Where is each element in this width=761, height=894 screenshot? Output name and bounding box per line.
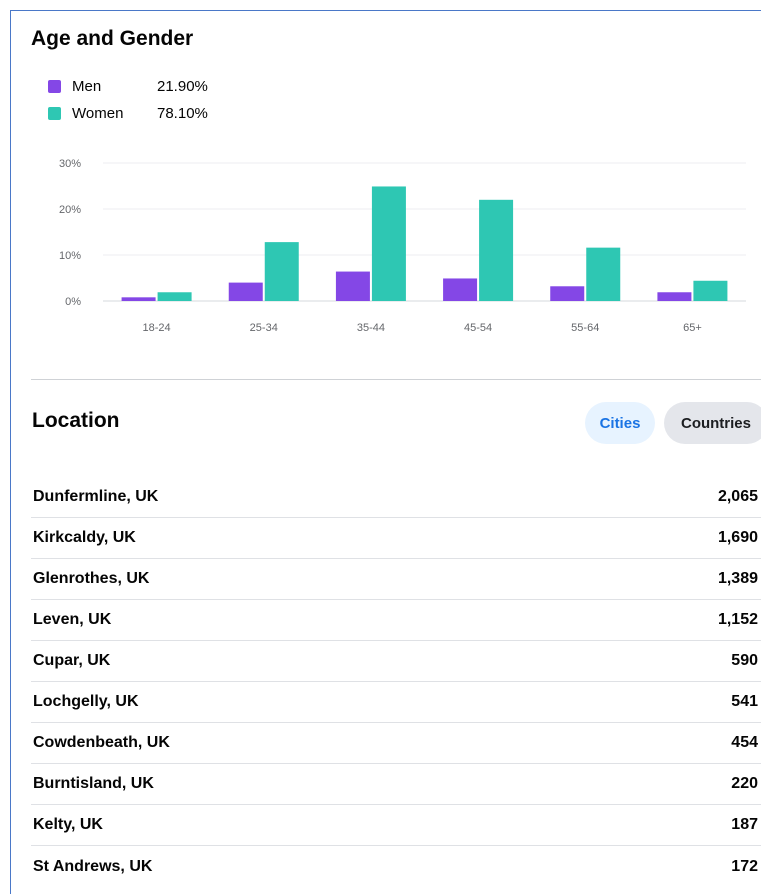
location-count: 1,152	[717, 611, 758, 628]
location-name: Cowdenbeath, UK	[33, 734, 170, 751]
x-tick-label: 55-64	[571, 322, 599, 334]
audience-panel: Age and Gender Men 21.90% Women 78.10% 0…	[10, 10, 761, 894]
location-row: Lochgelly, UK 541	[31, 682, 761, 723]
bar-women-25-34	[264, 242, 299, 301]
location-name: Burntisland, UK	[33, 775, 154, 792]
location-count: 1,690	[717, 529, 758, 546]
location-name: Kelty, UK	[33, 816, 103, 833]
legend-swatch-women	[48, 107, 61, 120]
bar-men-45-54	[443, 278, 478, 301]
location-count: 541	[731, 693, 758, 710]
location-count: 454	[731, 734, 758, 751]
x-tick-label: 45-54	[464, 322, 492, 334]
bar-men-55-64	[550, 286, 585, 301]
location-count: 2,065	[717, 488, 758, 505]
location-row: Dunfermline, UK 2,065	[31, 477, 761, 518]
location-row: Kirkcaldy, UK 1,690	[31, 518, 761, 559]
legend-value-men: 21.90%	[157, 78, 208, 95]
x-tick-label: 18-24	[143, 322, 171, 334]
location-row: Kelty, UK 187	[31, 805, 761, 846]
location-name: Lochgelly, UK	[33, 693, 139, 710]
bar-women-65+	[693, 280, 728, 301]
age-gender-chart: 0% 10% 20% 30% 18-24 25-34 35-44 45-54 55-64 65+	[59, 158, 746, 334]
location-row: Leven, UK 1,152	[31, 600, 761, 641]
bar-women-18-24	[157, 292, 192, 301]
location-name: Dunfermline, UK	[33, 488, 159, 505]
age-gender-title: Age and Gender	[31, 27, 194, 50]
y-tick-label: 10%	[59, 250, 81, 262]
chart-legend: Men 21.90% Women 78.10%	[48, 73, 208, 127]
section-divider	[31, 379, 761, 380]
legend-value-women: 78.10%	[157, 105, 208, 122]
location-name: Glenrothes, UK	[33, 570, 150, 587]
location-row: St Andrews, UK 172	[31, 846, 761, 887]
location-row: Cupar, UK 590	[31, 641, 761, 682]
location-row: Burntisland, UK 220	[31, 764, 761, 805]
bar-women-55-64	[586, 247, 621, 301]
bar-men-18-24	[121, 297, 156, 301]
location-count: 220	[731, 775, 758, 792]
location-count: 187	[731, 816, 758, 833]
legend-item-women: Women 78.10%	[48, 100, 208, 127]
x-tick-label: 35-44	[357, 322, 385, 334]
location-name: St Andrews, UK	[33, 857, 153, 875]
x-tick-label: 65+	[683, 322, 702, 334]
y-tick-label: 0%	[65, 296, 81, 308]
location-count: 172	[731, 857, 758, 875]
location-name: Leven, UK	[33, 611, 112, 628]
x-tick-label: 25-34	[250, 322, 278, 334]
location-name: Kirkcaldy, UK	[33, 529, 136, 546]
location-count: 1,389	[717, 570, 758, 587]
y-tick-label: 20%	[59, 204, 81, 216]
tab-countries[interactable]: Countries	[664, 402, 761, 444]
location-row: Cowdenbeath, UK 454	[31, 723, 761, 764]
bar-women-35-44	[371, 186, 406, 301]
bar-men-65+	[657, 292, 692, 301]
y-tick-label: 30%	[59, 158, 81, 170]
legend-label-men: Men	[72, 78, 102, 95]
location-name: Cupar, UK	[33, 652, 111, 669]
location-list: Dunfermline, UK 2,065 Kirkcaldy, UK 1,690 Gl…	[31, 477, 761, 887]
bar-men-35-44	[335, 271, 370, 301]
location-row: Glenrothes, UK 1,389	[31, 559, 761, 600]
bar-men-25-34	[228, 282, 263, 301]
legend-swatch-men	[48, 80, 61, 93]
bar-women-45-54	[479, 199, 514, 301]
tab-cities[interactable]: Cities	[585, 402, 655, 444]
location-count: 590	[731, 652, 758, 669]
legend-label-women: Women	[72, 105, 124, 122]
legend-item-men: Men 21.90%	[48, 73, 208, 100]
location-title: Location	[32, 409, 120, 432]
